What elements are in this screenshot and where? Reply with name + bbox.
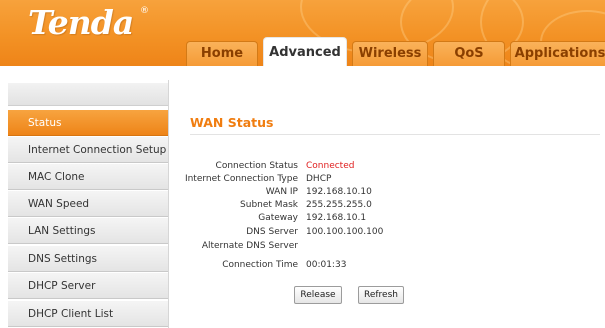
sidebar-item-wan-speed[interactable]: WAN Speed xyxy=(8,191,168,217)
sidebar-header xyxy=(8,83,168,106)
sidebar-item-internet-connection-setup[interactable]: Internet Connection Setup xyxy=(8,137,168,163)
status-row-label: Connection Time xyxy=(222,260,298,270)
sidebar-item-dns-settings[interactable]: DNS Settings xyxy=(8,246,168,272)
tab-qos[interactable]: QoS xyxy=(433,41,505,66)
section-title: WAN Status xyxy=(190,115,274,130)
sidebar-item-lan-settings[interactable]: LAN Settings xyxy=(8,218,168,244)
status-row-label: Connection Status xyxy=(215,161,298,171)
status-row-label: WAN IP xyxy=(265,187,298,197)
wan-status-panel: WAN Status Connection Status Connected I… xyxy=(172,80,605,328)
tab-advanced[interactable]: Advanced xyxy=(263,37,347,66)
status-row-label: Internet Connection Type xyxy=(184,174,298,184)
tab-applications[interactable]: Applications xyxy=(510,41,605,66)
top-nav-tabs: Home Advanced Wireless QoS Applications xyxy=(0,0,605,66)
release-button[interactable]: Release xyxy=(294,286,342,304)
status-row-label: Subnet Mask xyxy=(240,200,298,210)
sidebar-item-status[interactable]: Status xyxy=(8,110,168,136)
section-divider xyxy=(190,134,600,135)
gateway-value: 192.168.10.1 xyxy=(306,213,367,223)
connection-time-value: 00:01:33 xyxy=(306,260,347,270)
dns-server-value: 100.100.100.100 xyxy=(306,227,384,237)
sidebar-item-dhcp-client-list[interactable]: DHCP Client List xyxy=(8,301,168,327)
connection-status-value: Connected xyxy=(306,161,355,171)
subnet-mask-value: 255.255.255.0 xyxy=(306,200,372,210)
tab-home[interactable]: Home xyxy=(186,41,258,66)
refresh-button[interactable]: Refresh xyxy=(358,286,404,304)
tab-wireless[interactable]: Wireless xyxy=(352,41,428,66)
wan-ip-value: 192.168.10.10 xyxy=(306,187,372,197)
status-row-label: DNS Server xyxy=(246,227,298,237)
sidebar-item-dhcp-server[interactable]: DHCP Server xyxy=(8,273,168,299)
connection-type-value: DHCP xyxy=(306,174,332,184)
status-row-label: Alternate DNS Server xyxy=(201,241,298,251)
header-bar: Tenda ® Home Advanced Wireless QoS Appli… xyxy=(0,0,605,66)
status-row-label: Gateway xyxy=(258,213,298,223)
sidebar-menu: Status Internet Connection Setup MAC Clo… xyxy=(8,80,169,328)
sidebar-item-mac-clone[interactable]: MAC Clone xyxy=(8,164,168,190)
